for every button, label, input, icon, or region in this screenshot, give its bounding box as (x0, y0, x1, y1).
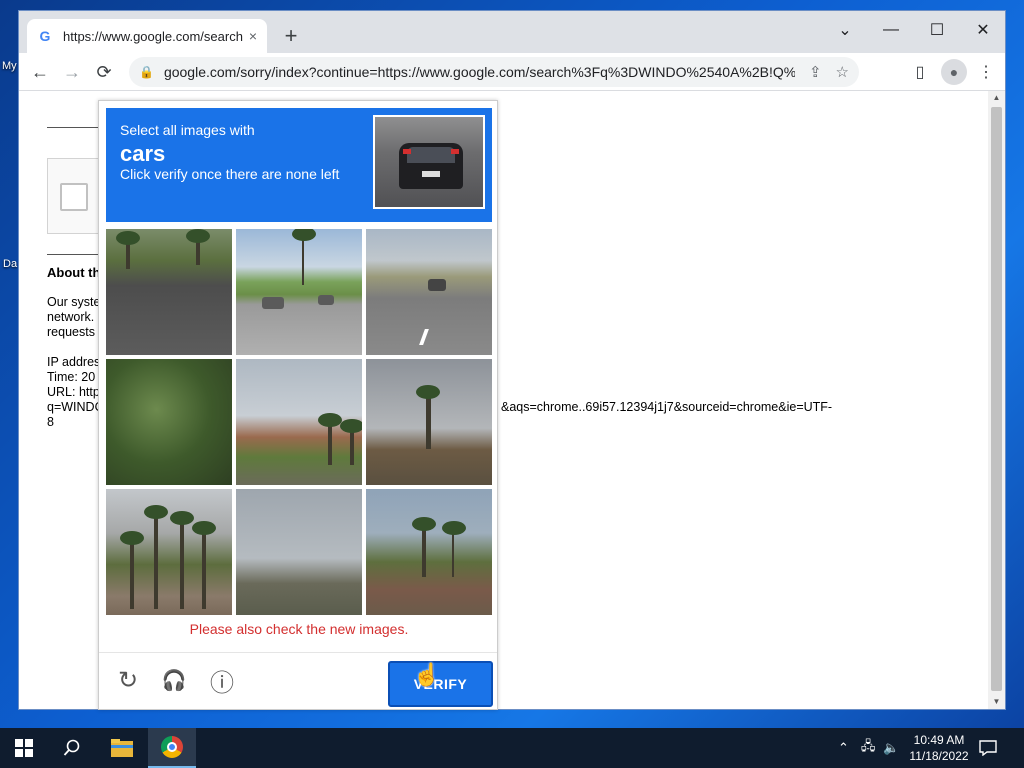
recaptcha-challenge: Select all images with cars Click verify… (98, 100, 498, 710)
clock-date: 11/18/2022 (909, 749, 969, 763)
image-tile[interactable] (236, 229, 362, 355)
image-tile[interactable] (106, 489, 232, 615)
reload-button[interactable]: ⟳ (91, 59, 117, 85)
browser-tab[interactable]: G https://www.google.com/search? × (27, 19, 267, 53)
image-grid (106, 229, 492, 615)
check-new-images-message: Please also check the new images. (189, 621, 409, 637)
chevron-up-icon[interactable]: ⌃ (838, 740, 849, 756)
share-icon[interactable]: ⇪ (809, 63, 822, 81)
volume-icon[interactable]: 🔈 (883, 740, 899, 756)
back-button[interactable]: ← (27, 59, 53, 85)
tab-close-icon[interactable]: × (249, 28, 257, 44)
image-tile[interactable] (366, 489, 492, 615)
challenge-instruction: Select all images with (120, 122, 255, 138)
google-favicon-icon: G (39, 28, 51, 44)
image-tile[interactable] (236, 359, 362, 485)
file-explorer-icon[interactable] (98, 728, 146, 768)
audio-challenge-icon[interactable]: 🎧 (159, 665, 189, 695)
side-panel-icon[interactable]: ▯ (907, 59, 933, 85)
address-bar[interactable]: 🔒 google.com/sorry/index?continue=https:… (129, 57, 859, 87)
menu-kebab-icon[interactable]: ⋮ (973, 59, 999, 85)
para-line: q=WINDO (47, 400, 105, 414)
search-icon[interactable] (48, 728, 96, 768)
para-line: Our syste (47, 295, 101, 309)
verify-button[interactable]: VERIFY (388, 661, 493, 707)
tab-search-button[interactable]: ⌄ (823, 15, 867, 45)
minimize-button[interactable]: — (869, 15, 913, 45)
challenge-header: Select all images with cars Click verify… (106, 108, 492, 222)
profile-avatar-icon[interactable]: ● (941, 59, 967, 85)
url-tail-text: &aqs=chrome..69i57.12394j1j7&sourceid=ch… (501, 400, 833, 414)
image-tile[interactable] (366, 359, 492, 485)
maximize-button[interactable]: ☐ (915, 15, 959, 45)
image-tile[interactable] (106, 229, 232, 355)
notification-icon[interactable] (968, 728, 1008, 768)
browser-toolbar: ← → ⟳ 🔒 google.com/sorry/index?continue=… (19, 53, 1005, 91)
sample-car-image (373, 115, 485, 209)
lock-icon[interactable]: 🔒 (139, 65, 154, 79)
para-line: Time: 20 (47, 370, 96, 384)
para-line: requests (47, 325, 95, 339)
tab-strip: G https://www.google.com/search? × + ⌄ —… (19, 11, 1005, 53)
image-tile[interactable] (236, 489, 362, 615)
para-line: URL: http (47, 385, 100, 399)
address-url[interactable]: google.com/sorry/index?continue=https://… (164, 64, 795, 80)
para-line: IP addres (47, 355, 101, 369)
challenge-keyword: cars (120, 141, 166, 166)
taskbar: ⌃ 🖧 🔈 10:49 AM 11/18/2022 (0, 728, 1024, 768)
chrome-taskbar-icon[interactable] (148, 728, 196, 768)
page-scrollbar[interactable]: ▲ ▼ (988, 91, 1005, 709)
desktop-icon-label[interactable]: My (2, 60, 17, 72)
challenge-subtext: Click verify once there are none left (120, 166, 340, 182)
network-icon[interactable]: 🖧 (861, 737, 876, 759)
image-tile[interactable] (366, 229, 492, 355)
forward-button[interactable]: → (59, 59, 85, 85)
system-tray[interactable]: ⌃ 🖧 🔈 (838, 728, 900, 768)
reload-challenge-icon[interactable]: ↻ (113, 665, 143, 695)
start-windows-icon[interactable] (0, 728, 48, 768)
recaptcha-checkbox[interactable] (60, 183, 88, 211)
info-icon[interactable]: ⓘ (207, 665, 237, 697)
desktop-icon-label[interactable]: Da (3, 258, 17, 270)
scroll-up-icon[interactable]: ▲ (988, 91, 1005, 105)
scroll-down-icon[interactable]: ▼ (988, 695, 1005, 709)
clock-time: 10:49 AM (913, 733, 965, 747)
close-window-button[interactable]: ✕ (961, 15, 1005, 45)
new-tab-button[interactable]: + (279, 23, 303, 49)
scroll-thumb[interactable] (991, 107, 1002, 691)
about-heading: About th (47, 265, 101, 280)
tab-title: https://www.google.com/search? (63, 28, 243, 44)
taskbar-clock[interactable]: 10:49 AM 11/18/2022 (906, 732, 972, 764)
image-tile[interactable] (106, 359, 232, 485)
bookmark-star-icon[interactable]: ☆ (836, 63, 849, 81)
mouse-cursor-icon: ☝ (413, 662, 441, 687)
para-line: 8 (47, 415, 54, 429)
para-line: network. (47, 310, 95, 324)
